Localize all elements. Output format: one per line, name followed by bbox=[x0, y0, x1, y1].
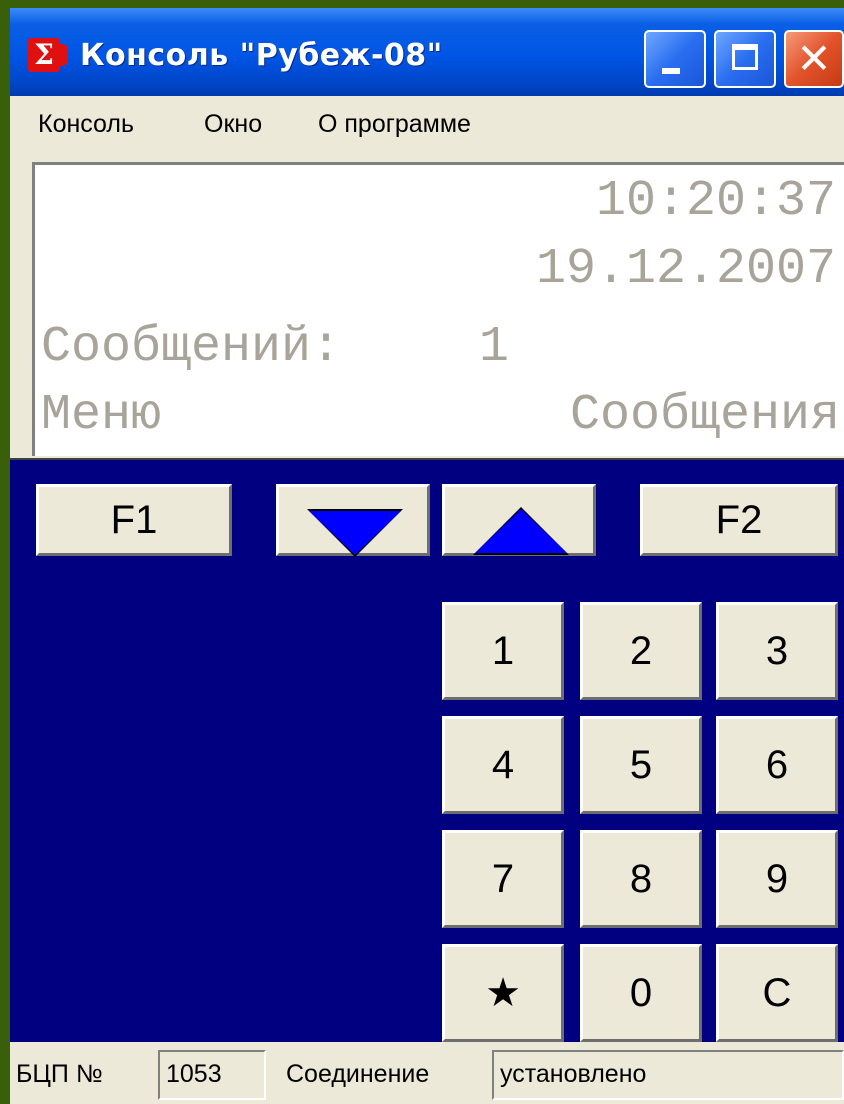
bcp-number-field: 1053 bbox=[158, 1050, 266, 1100]
display-softkey-messages: Сообщения bbox=[569, 387, 840, 444]
title-bar[interactable]: Σ Консоль "Рубеж-08" ✕ bbox=[10, 8, 844, 96]
client-area: Консоль Окно О программе 10:20:37 19.12.… bbox=[10, 96, 844, 1104]
key-3[interactable]: 3 bbox=[716, 602, 838, 700]
connection-status-field: установлено bbox=[492, 1050, 844, 1100]
key-4[interactable]: 4 bbox=[442, 716, 564, 814]
arrow-down-icon bbox=[309, 511, 401, 555]
key-star[interactable]: ★ bbox=[442, 944, 564, 1042]
minimize-button[interactable] bbox=[644, 30, 706, 88]
close-button[interactable]: ✕ bbox=[784, 30, 844, 88]
window-title: Консоль "Рубеж-08" bbox=[80, 38, 443, 73]
display-softkey-menu: Меню bbox=[41, 387, 162, 444]
maximize-button[interactable] bbox=[714, 30, 776, 88]
keypad-panel: F1 F2 1 2 3 4 5 6 7 8 9 ★ 0 C bbox=[10, 458, 844, 1044]
display-messages-label: Сообщений: bbox=[41, 319, 342, 376]
display-messages-count: 1 bbox=[479, 319, 510, 376]
arrow-up-icon bbox=[475, 509, 567, 553]
key-8[interactable]: 8 bbox=[580, 830, 702, 928]
console-display: 10:20:37 19.12.2007 Сообщений: 1 Меню Со… bbox=[32, 162, 844, 456]
connection-label: Соединение bbox=[286, 1060, 430, 1088]
menu-o-programme[interactable]: О программе bbox=[318, 110, 471, 139]
key-6[interactable]: 6 bbox=[716, 716, 838, 814]
key-clear[interactable]: C bbox=[716, 944, 838, 1042]
down-button[interactable] bbox=[276, 484, 430, 557]
key-2[interactable]: 2 bbox=[580, 602, 702, 700]
minimize-icon bbox=[662, 68, 680, 74]
bcp-label: БЦП № bbox=[16, 1060, 103, 1088]
menu-okno[interactable]: Окно bbox=[204, 110, 262, 139]
sigma-app-icon[interactable]: Σ bbox=[28, 38, 68, 72]
key-1[interactable]: 1 bbox=[442, 602, 564, 700]
up-button[interactable] bbox=[442, 484, 596, 556]
display-date: 19.12.2007 bbox=[535, 241, 836, 298]
key-7[interactable]: 7 bbox=[442, 830, 564, 928]
key-5[interactable]: 5 bbox=[580, 716, 702, 814]
key-0[interactable]: 0 bbox=[580, 944, 702, 1042]
close-icon: ✕ bbox=[796, 34, 832, 83]
menu-bar: Консоль Окно О программе bbox=[10, 96, 844, 158]
app-window: Σ Консоль "Рубеж-08" ✕ Консоль Окно О пр… bbox=[10, 8, 844, 1104]
f2-button[interactable]: F2 bbox=[640, 484, 838, 556]
f1-button[interactable]: F1 bbox=[36, 484, 232, 556]
menu-konsol[interactable]: Консоль bbox=[38, 110, 134, 139]
key-9[interactable]: 9 bbox=[716, 830, 838, 928]
maximize-icon bbox=[732, 44, 758, 70]
status-bar: БЦП № 1053 Соединение установлено bbox=[10, 1042, 844, 1104]
display-time: 10:20:37 bbox=[595, 173, 836, 230]
